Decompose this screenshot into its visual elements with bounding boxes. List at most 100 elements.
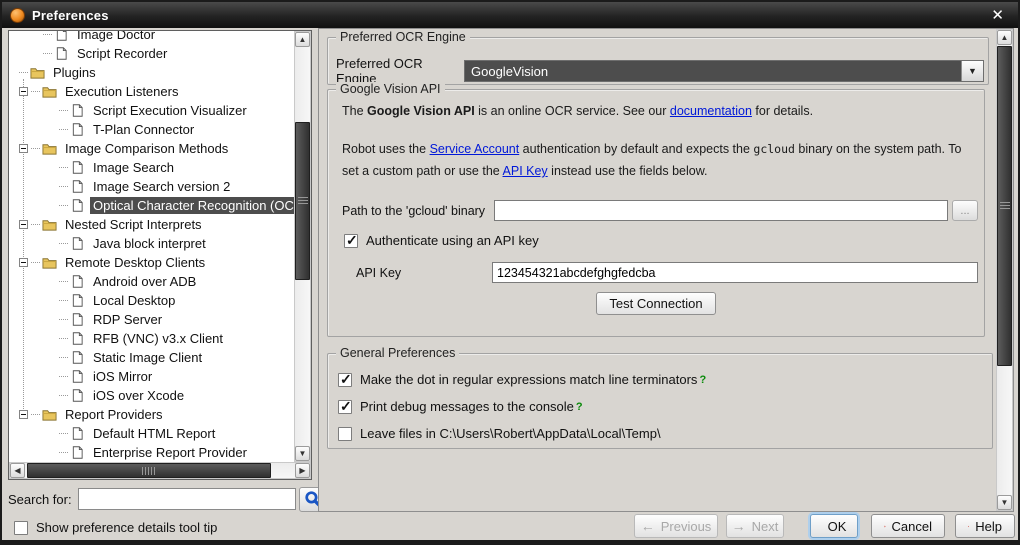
dialog-button-bar: ← Previous → Next OK Cancel <box>634 514 1015 538</box>
tree-item-label: Default HTML Report <box>90 425 218 442</box>
api-key-link[interactable]: API Key <box>503 164 548 178</box>
scroll-right-icon[interactable]: ▶ <box>295 463 310 478</box>
tree-item[interactable]: Java block interpret <box>9 234 294 253</box>
scroll-up-icon[interactable]: ▲ <box>997 30 1012 45</box>
arrow-left-icon: ← <box>641 519 655 533</box>
scroll-down-icon[interactable]: ▼ <box>295 446 310 461</box>
tree-item[interactable]: Local Desktop <box>9 291 294 310</box>
tree-item[interactable]: Script Execution Visualizer <box>9 101 294 120</box>
file-icon <box>70 446 85 459</box>
tree-item[interactable]: iOS Mirror <box>9 367 294 386</box>
tree-item[interactable]: RFB (VNC) v3.x Client <box>9 329 294 348</box>
tree-item[interactable]: Remote Desktop Clients <box>9 253 294 272</box>
auth-api-key-checkbox[interactable] <box>344 234 358 248</box>
test-connection-button[interactable]: Test Connection <box>596 292 715 315</box>
preferred-ocr-engine-group: Preferred OCR Engine Preferred OCR Engin… <box>327 37 989 85</box>
scroll-up-icon[interactable]: ▲ <box>295 32 310 47</box>
debug-console-option-row[interactable]: Print debug messages to the console ? <box>338 399 583 414</box>
tree-item[interactable]: Plugins <box>9 63 294 82</box>
documentation-link[interactable]: documentation <box>670 104 752 118</box>
tree-item-label: iOS over Xcode <box>90 387 187 404</box>
tree-item[interactable]: iOS over Xcode <box>9 386 294 405</box>
lifebuoy-icon <box>968 519 969 534</box>
tree-item[interactable]: Image Comparison Methods <box>9 139 294 158</box>
tree-collapse-icon[interactable] <box>19 220 28 229</box>
close-icon[interactable]: ✕ <box>985 6 1010 25</box>
regex-dot-option-row[interactable]: Make the dot in regular expressions matc… <box>338 372 706 387</box>
scroll-left-icon[interactable]: ◀ <box>10 463 25 478</box>
previous-button[interactable]: ← Previous <box>634 514 718 538</box>
service-account-link[interactable]: Service Account <box>430 142 520 156</box>
tree-collapse-icon[interactable] <box>19 144 28 153</box>
tree-collapse-icon[interactable] <box>19 87 28 96</box>
tree-collapse-icon[interactable] <box>19 258 28 267</box>
tree-horizontal-scrollbar[interactable]: ◀ ▶ <box>9 462 311 479</box>
tree-item-label: Android over ADB <box>90 273 199 290</box>
ocr-engine-select[interactable]: GoogleVision ▼ <box>464 60 984 82</box>
tree-item[interactable]: RDP Server <box>9 310 294 329</box>
auth-api-key-row[interactable]: Authenticate using an API key <box>344 233 539 248</box>
group-title: Preferred OCR Engine <box>336 30 470 44</box>
file-icon <box>70 351 85 364</box>
tree-item-label: Execution Listeners <box>62 83 181 100</box>
debug-console-label: Print debug messages to the console <box>360 399 574 414</box>
app-icon <box>10 8 25 23</box>
auth-api-key-label: Authenticate using an API key <box>366 233 539 248</box>
tree-item[interactable]: Image Search version 2 <box>9 177 294 196</box>
panel-vscroll-thumb[interactable] <box>997 46 1012 366</box>
tree-item[interactable]: Static Image Client <box>9 348 294 367</box>
title-bar: Preferences ✕ <box>2 2 1018 28</box>
browse-button[interactable]: ... <box>952 200 978 221</box>
chevron-down-icon[interactable]: ▼ <box>961 61 983 81</box>
preferences-tree: Image DoctorScript RecorderPlugins Execut… <box>9 31 294 462</box>
tree-item[interactable]: Image Doctor <box>9 31 294 44</box>
debug-console-checkbox[interactable] <box>338 400 352 414</box>
tree-item[interactable]: Enterprise Report Provider <box>9 443 294 462</box>
gcloud-path-label: Path to the 'gcloud' binary <box>342 204 494 218</box>
tree-item[interactable]: T-Plan Connector <box>9 120 294 139</box>
tree-item[interactable]: Image Search <box>9 158 294 177</box>
tree-item[interactable]: Android over ADB <box>9 272 294 291</box>
api-key-input[interactable] <box>492 262 978 283</box>
leave-files-option-row[interactable]: Leave files in C:\Users\Robert\AppData\L… <box>338 426 661 441</box>
tree-item[interactable]: Script Recorder <box>9 44 294 63</box>
regex-dot-checkbox[interactable] <box>338 373 352 387</box>
tree-item-label: RFB (VNC) v3.x Client <box>90 330 226 347</box>
file-icon <box>54 31 69 41</box>
help-button[interactable]: Help <box>955 514 1015 538</box>
show-tooltip-label: Show preference details tool tip <box>36 520 217 535</box>
tree-item[interactable]: Optical Character Recognition (OCR) <box>9 196 294 215</box>
file-icon <box>70 332 85 345</box>
show-tooltip-checkbox[interactable] <box>14 521 28 535</box>
tree-item-label: Enterprise Report Provider <box>90 444 250 461</box>
tooltip-option-row[interactable]: Show preference details tool tip <box>14 520 217 535</box>
no-entry-icon <box>884 519 886 534</box>
search-input[interactable] <box>78 488 296 510</box>
next-button[interactable]: → Next <box>726 514 784 538</box>
tree-collapse-icon[interactable] <box>19 410 28 419</box>
tree-item-label: Optical Character Recognition (OCR) <box>90 197 294 214</box>
scroll-down-icon[interactable]: ▼ <box>997 495 1012 510</box>
file-icon <box>70 180 85 193</box>
gcloud-path-input[interactable] <box>494 200 948 221</box>
ok-button[interactable]: OK <box>810 514 858 538</box>
tree-item-label: Plugins <box>50 64 99 81</box>
tree-item[interactable]: Default HTML Report <box>9 424 294 443</box>
search-row: Search for: <box>8 486 328 512</box>
tree-hscroll-thumb[interactable] <box>27 463 271 478</box>
panel-vertical-scrollbar[interactable]: ▲ ▼ <box>996 29 1013 511</box>
tree-item-label: Image Search version 2 <box>90 178 233 195</box>
cancel-button[interactable]: Cancel <box>871 514 945 538</box>
file-icon <box>70 370 85 383</box>
leave-files-checkbox[interactable] <box>338 427 352 441</box>
help-question-icon[interactable]: ? <box>576 401 583 413</box>
tree-item[interactable]: Report Providers <box>9 405 294 424</box>
tree-item[interactable]: Execution Listeners <box>9 82 294 101</box>
tree-vertical-scrollbar[interactable]: ▲ ▼ <box>294 31 311 462</box>
window-title: Preferences <box>32 8 109 23</box>
tree-item-label: iOS Mirror <box>90 368 155 385</box>
auth-paragraph: Robot uses the Service Account authentic… <box>342 138 974 182</box>
help-question-icon[interactable]: ? <box>699 374 706 386</box>
tree-vscroll-thumb[interactable] <box>295 122 310 280</box>
tree-item[interactable]: Nested Script Interprets <box>9 215 294 234</box>
